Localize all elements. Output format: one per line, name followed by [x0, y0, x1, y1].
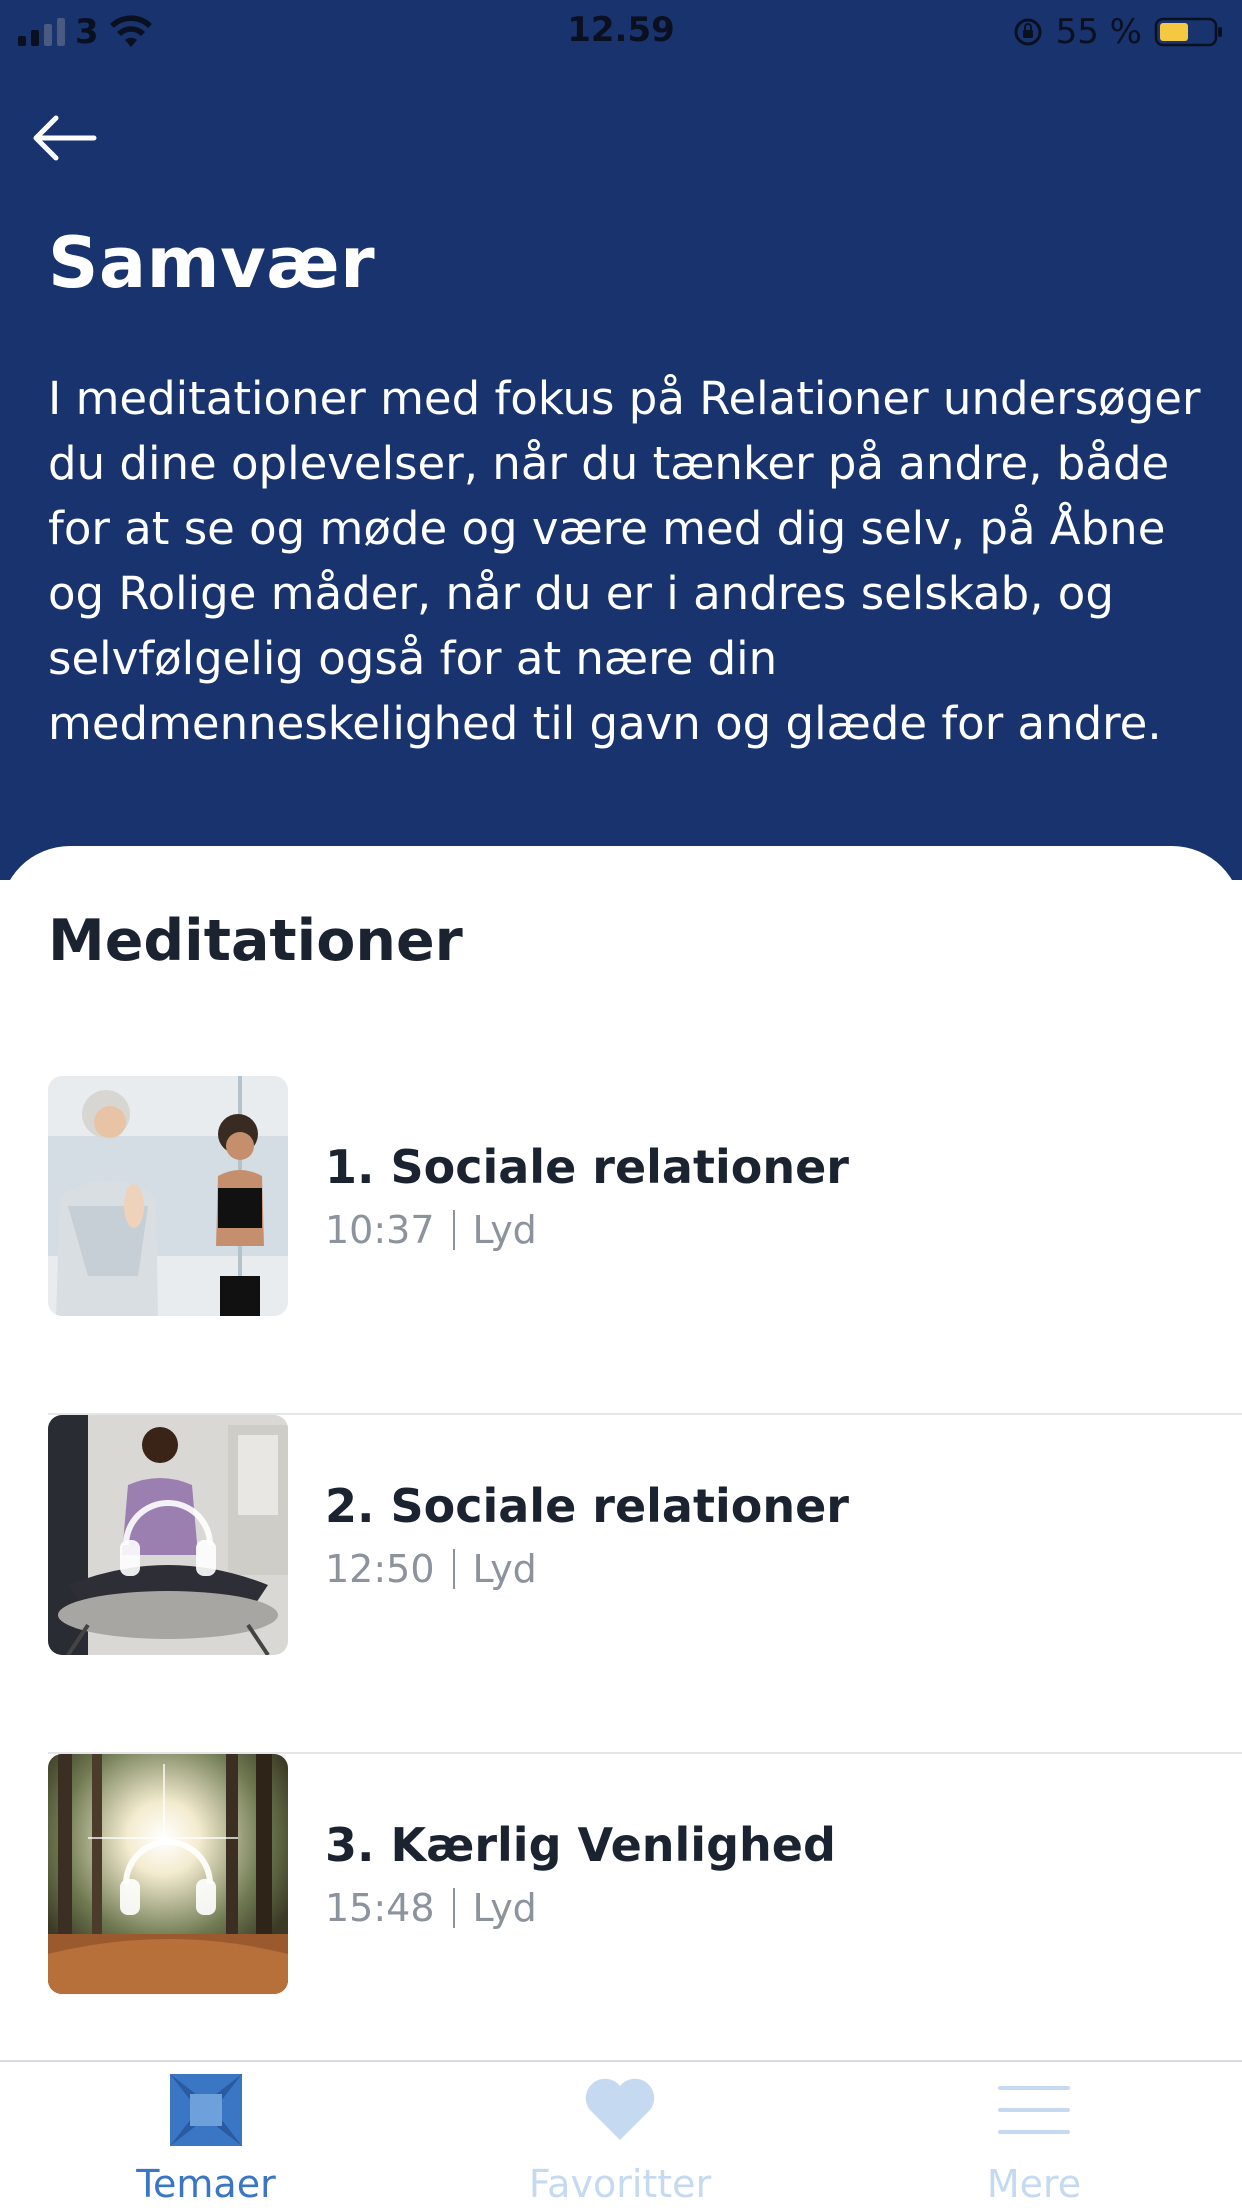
back-button[interactable] — [30, 108, 110, 168]
meditation-duration: 15:48 — [325, 1886, 435, 1930]
content-sheet: Meditationer 1. Sociale relationer 10:37… — [0, 846, 1242, 2208]
meditation-thumbnail — [48, 1415, 288, 1655]
header: 3 12.59 55 % Samvær I meditationer med f… — [0, 0, 1242, 880]
meditation-list: 1. Sociale relationer 10:37 Lyd 2. Socia… — [48, 1076, 1242, 2093]
status-bar: 3 12.59 55 % — [0, 0, 1242, 62]
arrow-left-icon — [33, 115, 97, 161]
tab-temaer[interactable]: Temaer — [56, 2062, 356, 2208]
tab-bar: Temaer Favoritter Mere — [0, 2060, 1242, 2208]
meta-separator — [452, 1888, 455, 1928]
meditation-title: 3. Kærlig Venlighed — [325, 1818, 836, 1872]
tab-label: Favoritter — [528, 2162, 712, 2206]
meditation-meta: 12:50 Lyd — [325, 1547, 537, 1591]
meditation-item[interactable]: 1. Sociale relationer 10:37 Lyd — [48, 1076, 1242, 1415]
tab-mere[interactable]: Mere — [884, 2062, 1184, 2208]
battery-icon — [1154, 17, 1222, 47]
status-right: 55 % — [1012, 12, 1224, 52]
meditation-type: Lyd — [472, 1886, 537, 1930]
meditation-item[interactable]: 2. Sociale relationer 12:50 Lyd — [48, 1415, 1242, 1754]
tab-label: Temaer — [136, 2162, 276, 2206]
section-title: Meditationer — [48, 908, 463, 974]
meta-separator — [452, 1210, 455, 1250]
meditation-title: 2. Sociale relationer — [325, 1479, 849, 1533]
themes-icon — [170, 2074, 242, 2146]
rotation-lock-icon — [1014, 18, 1042, 46]
meditation-duration: 10:37 — [325, 1208, 435, 1252]
page-title: Samvær — [48, 222, 376, 304]
meditation-thumbnail — [48, 1754, 288, 1994]
meditation-meta: 15:48 Lyd — [325, 1886, 537, 1930]
menu-icon — [998, 2086, 1070, 2134]
battery-percent: 55 % — [1055, 12, 1142, 52]
meditation-type: Lyd — [472, 1547, 537, 1591]
meditation-meta: 10:37 Lyd — [325, 1208, 537, 1252]
tab-label: Mere — [986, 2162, 1082, 2206]
heart-icon — [585, 2078, 655, 2140]
meditation-type: Lyd — [472, 1208, 537, 1252]
meditation-title: 1. Sociale relationer — [325, 1140, 849, 1194]
meditation-thumbnail — [48, 1076, 288, 1316]
meditation-item[interactable]: 3. Kærlig Venlighed 15:48 Lyd — [48, 1754, 1242, 2093]
theme-description: I meditationer med fokus på Relationer u… — [48, 372, 1201, 750]
tab-favoritter[interactable]: Favoritter — [470, 2062, 770, 2208]
meditation-duration: 12:50 — [325, 1547, 435, 1591]
meta-separator — [452, 1549, 455, 1589]
